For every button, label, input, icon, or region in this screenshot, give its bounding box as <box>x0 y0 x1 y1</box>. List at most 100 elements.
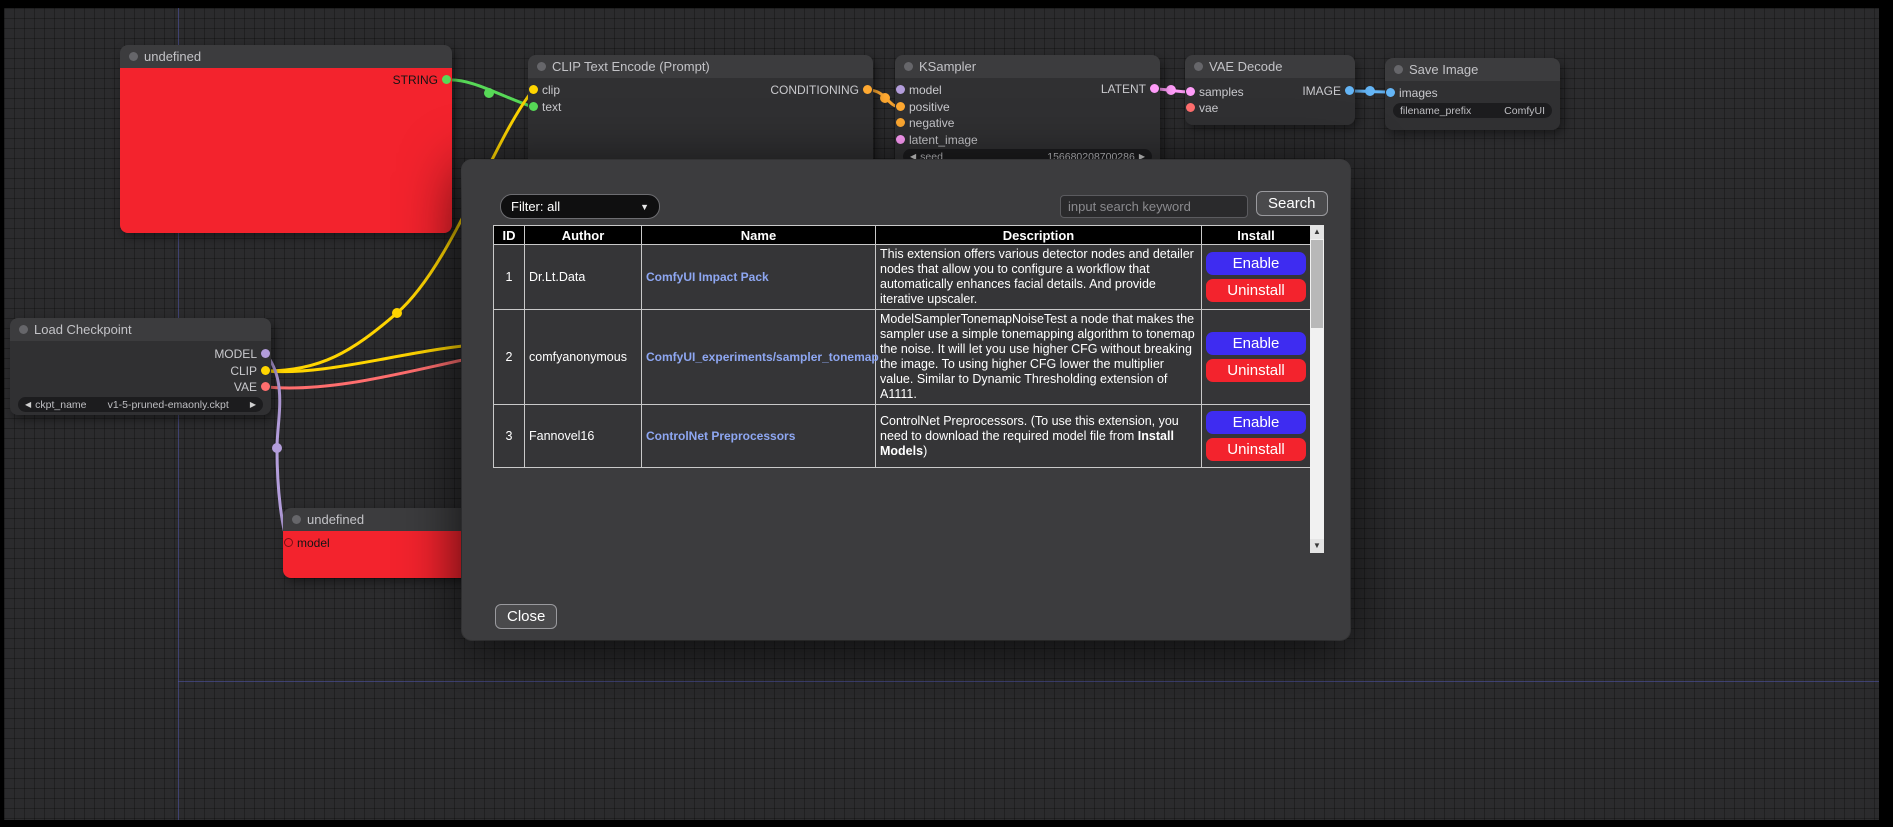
vae-output-dot-icon[interactable] <box>261 382 270 391</box>
filter-select[interactable]: Filter: all ▼ <box>500 194 660 219</box>
table-scrollbar[interactable]: ▲ ▼ <box>1310 225 1324 553</box>
output-slot-vae[interactable]: VAE <box>10 379 271 395</box>
slot-label: MODEL <box>214 347 257 361</box>
conditioning-output-dot-icon[interactable] <box>863 85 872 94</box>
image-output-dot-icon[interactable] <box>1345 86 1354 95</box>
input-slot-negative[interactable]: negative <box>895 115 1160 131</box>
input-slot-positive[interactable]: positive <box>895 99 1160 115</box>
enable-button[interactable]: Enable <box>1206 411 1306 434</box>
ckpt-name-widget[interactable]: ◀ ckpt_name v1-5-pruned-emaonly.ckpt ▶ <box>18 397 263 412</box>
node-title-bar[interactable]: Save Image <box>1385 58 1560 81</box>
node-title-bar[interactable]: Load Checkpoint <box>10 318 271 341</box>
collapse-dot-icon[interactable] <box>19 325 28 334</box>
vae-input-dot-icon[interactable] <box>1186 103 1195 112</box>
cell-description: This extension offers various detector n… <box>876 245 1202 310</box>
collapse-dot-icon[interactable] <box>1194 62 1203 71</box>
filename-prefix-widget[interactable]: filename_prefix ComfyUI <box>1393 103 1552 118</box>
node-load-checkpoint[interactable]: Load Checkpoint MODEL CLIP VAE ◀ ckpt_na… <box>10 318 271 415</box>
uninstall-button[interactable]: Uninstall <box>1206 359 1306 382</box>
node-body: STRING <box>120 68 452 233</box>
cell-install: Enable Uninstall <box>1202 405 1311 468</box>
enable-button[interactable]: Enable <box>1206 252 1306 275</box>
output-slot-latent[interactable]: LATENT <box>895 81 1160 97</box>
collapse-dot-icon[interactable] <box>537 62 546 71</box>
node-title-bar[interactable]: VAE Decode <box>1185 55 1355 78</box>
images-input-dot-icon[interactable] <box>1386 88 1395 97</box>
output-slot-conditioning[interactable]: CONDITIONING <box>528 82 873 98</box>
model-input-dot-icon[interactable] <box>284 538 293 547</box>
widget-label: filename_prefix <box>1400 105 1471 117</box>
extension-link[interactable]: ComfyUI Impact Pack <box>646 270 769 284</box>
cell-author: comfyanonymous <box>525 310 642 405</box>
table-header-row: ID Author Name Description Install <box>494 226 1311 245</box>
output-slot-model[interactable]: MODEL <box>10 346 271 362</box>
slot-label: VAE <box>234 380 257 394</box>
slot-label: vae <box>1199 101 1218 115</box>
enable-button[interactable]: Enable <box>1206 332 1306 355</box>
input-slot-vae[interactable]: vae <box>1185 100 1355 116</box>
scrollbar-thumb[interactable] <box>1311 240 1323 328</box>
node-vae-decode[interactable]: VAE Decode samples vae IMAGE <box>1185 55 1355 125</box>
widget-prev-icon[interactable]: ◀ <box>25 397 31 412</box>
input-slot-text[interactable]: text <box>528 99 873 115</box>
header-description: Description <box>876 226 1202 245</box>
input-slot-images[interactable]: images <box>1385 85 1560 101</box>
input-slot-latent-image[interactable]: latent_image <box>895 132 1160 148</box>
extension-link[interactable]: ControlNet Preprocessors <box>646 429 795 443</box>
positive-input-dot-icon[interactable] <box>896 102 905 111</box>
slot-label: text <box>542 100 561 114</box>
slot-label: STRING <box>393 73 438 87</box>
clip-output-dot-icon[interactable] <box>261 366 270 375</box>
uninstall-button[interactable]: Uninstall <box>1206 438 1306 461</box>
cell-author: Fannovel16 <box>525 405 642 468</box>
extensions-table: ID Author Name Description Install 1 Dr.… <box>493 225 1311 468</box>
cell-description: ModelSamplerTonemapNoiseTest a node that… <box>876 310 1202 405</box>
node-body: samples vae IMAGE <box>1185 78 1355 125</box>
uninstall-button[interactable]: Uninstall <box>1206 279 1306 302</box>
output-slot-image[interactable]: IMAGE <box>1185 83 1355 99</box>
slot-label: model <box>297 536 330 550</box>
text-input-dot-icon[interactable] <box>529 102 538 111</box>
description-text: ) <box>923 444 927 458</box>
slot-label: negative <box>909 116 954 130</box>
slot-label: CLIP <box>230 364 257 378</box>
cell-id: 2 <box>494 310 525 405</box>
node-title-bar[interactable]: undefined <box>120 45 452 68</box>
collapse-dot-icon[interactable] <box>292 515 301 524</box>
node-undefined-top[interactable]: undefined STRING <box>120 45 452 233</box>
node-title-bar[interactable]: CLIP Text Encode (Prompt) <box>528 55 873 78</box>
scroll-up-icon[interactable]: ▲ <box>1310 225 1324 239</box>
scroll-down-icon[interactable]: ▼ <box>1310 539 1324 553</box>
cell-install: Enable Uninstall <box>1202 310 1311 405</box>
table-row: 3 Fannovel16 ControlNet Preprocessors Co… <box>494 405 1311 468</box>
node-save-image[interactable]: Save Image images filename_prefix ComfyU… <box>1385 58 1560 130</box>
letterbox-top <box>0 0 1893 8</box>
close-button[interactable]: Close <box>495 604 557 629</box>
model-output-dot-icon[interactable] <box>261 349 270 358</box>
header-author: Author <box>525 226 642 245</box>
negative-input-dot-icon[interactable] <box>896 118 905 127</box>
slot-label: positive <box>909 100 950 114</box>
table-row: 2 comfyanonymous ComfyUI_experiments/sam… <box>494 310 1311 405</box>
node-body: MODEL CLIP VAE ◀ ckpt_name v1-5-pruned-e… <box>10 341 271 415</box>
extension-link[interactable]: ComfyUI_experiments/sampler_tonemap <box>646 350 879 364</box>
widget-next-icon[interactable]: ▶ <box>250 397 256 412</box>
description-text: ControlNet Preprocessors. (To use this e… <box>880 414 1179 443</box>
cell-author: Dr.Lt.Data <box>525 245 642 310</box>
search-input[interactable] <box>1060 195 1248 218</box>
collapse-dot-icon[interactable] <box>129 52 138 61</box>
slot-label: LATENT <box>1101 82 1146 96</box>
slot-label: images <box>1399 86 1438 100</box>
node-title-bar[interactable]: KSampler <box>895 55 1160 78</box>
node-title: Load Checkpoint <box>34 322 132 337</box>
header-id: ID <box>494 226 525 245</box>
canvas-axis-horizontal <box>178 681 1879 682</box>
output-slot-clip[interactable]: CLIP <box>10 363 271 379</box>
latent-output-dot-icon[interactable] <box>1150 84 1159 93</box>
latent-image-input-dot-icon[interactable] <box>896 135 905 144</box>
search-button[interactable]: Search <box>1256 191 1328 216</box>
string-output-dot-icon[interactable] <box>442 75 451 84</box>
output-slot-string[interactable]: STRING <box>120 72 452 88</box>
collapse-dot-icon[interactable] <box>1394 65 1403 74</box>
collapse-dot-icon[interactable] <box>904 62 913 71</box>
